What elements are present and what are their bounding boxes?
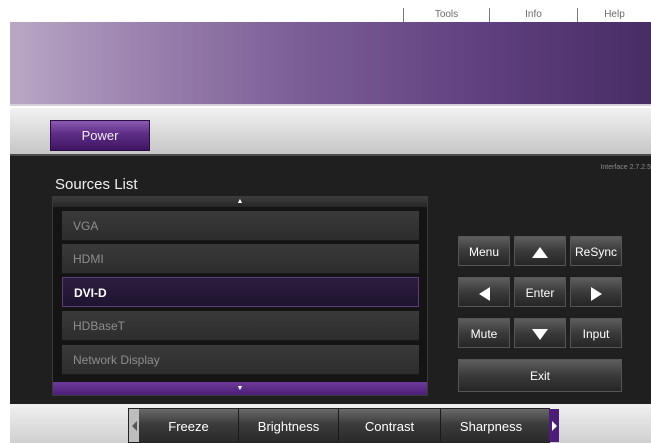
input-button[interactable]: Input <box>570 318 622 348</box>
up-button[interactable] <box>514 236 566 266</box>
down-button[interactable] <box>514 318 566 348</box>
exit-button[interactable]: Exit <box>458 359 622 392</box>
menu-tools[interactable]: Tools <box>403 8 489 22</box>
source-item-vga[interactable]: VGA <box>62 211 419 241</box>
menu-info[interactable]: Info <box>489 8 577 22</box>
main-panel: Interface 2.7.2.5 Sources List ▲ VGA HDM… <box>10 154 651 404</box>
header-banner <box>10 22 651 106</box>
source-item-dvi-d[interactable]: DVI-D <box>62 277 419 307</box>
interface-version: Interface 2.7.2.5 <box>600 164 651 171</box>
power-bar: Power <box>10 108 651 154</box>
arrow-left-icon <box>478 286 490 301</box>
menu-button[interactable]: Menu <box>458 236 510 266</box>
brightness-button[interactable]: Brightness <box>239 409 339 442</box>
top-menu: Tools Info Help <box>403 8 651 22</box>
scroll-left-button[interactable] <box>129 409 139 442</box>
freeze-button[interactable]: Freeze <box>139 409 239 442</box>
resync-button[interactable]: ReSync <box>570 236 622 266</box>
chevron-right-icon <box>551 420 557 431</box>
arrow-down-icon <box>532 329 548 341</box>
power-button[interactable]: Power <box>50 120 150 151</box>
menu-help[interactable]: Help <box>577 8 651 22</box>
arrow-up-icon <box>532 247 548 259</box>
chevron-left-icon <box>131 420 137 431</box>
scroll-up-button[interactable]: ▲ <box>53 197 427 207</box>
sources-list: ▲ VGA HDMI DVI-D HDBaseT Network Display… <box>52 196 428 396</box>
right-button[interactable] <box>570 277 622 307</box>
left-button[interactable] <box>458 277 510 307</box>
source-item-hdmi[interactable]: HDMI <box>62 244 419 274</box>
arrow-right-icon <box>590 286 602 301</box>
source-item-network-display[interactable]: Network Display <box>62 345 419 375</box>
sources-list-title: Sources List <box>55 176 138 193</box>
sharpness-button[interactable]: Sharpness <box>441 409 541 442</box>
scroll-right-button[interactable] <box>549 409 559 442</box>
top-menu-bar: Tools Info Help <box>0 0 651 22</box>
picture-controls: Freeze Brightness Contrast Sharpness <box>128 408 559 443</box>
picture-controls-bar: Freeze Brightness Contrast Sharpness <box>10 404 651 443</box>
scroll-down-button[interactable]: ▼ <box>53 382 427 395</box>
enter-button[interactable]: Enter <box>514 277 566 307</box>
contrast-button[interactable]: Contrast <box>339 409 441 442</box>
source-item-hdbaset[interactable]: HDBaseT <box>62 311 419 341</box>
mute-button[interactable]: Mute <box>458 318 510 348</box>
